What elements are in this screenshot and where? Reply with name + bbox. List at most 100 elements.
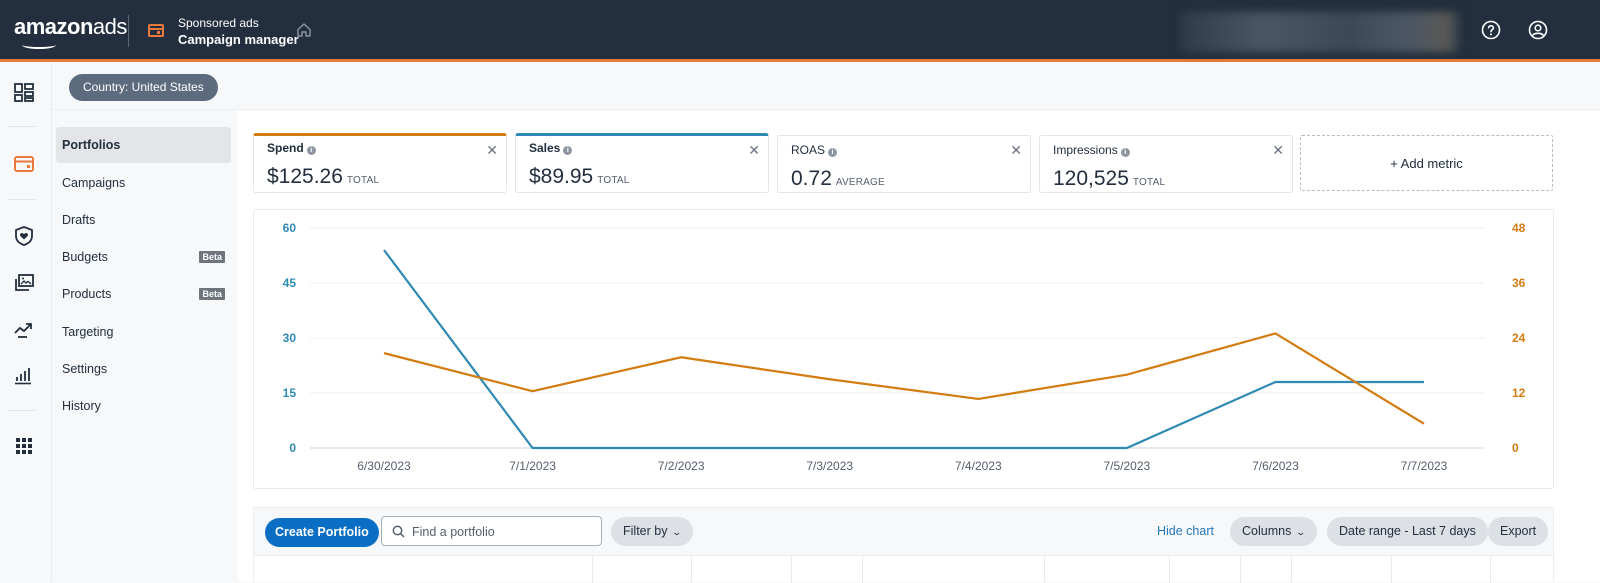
column-divider — [791, 556, 792, 583]
logo-text-light: ads — [93, 14, 127, 39]
metric-card-sales[interactable]: Salesi ✕ $89.95 TOTAL — [515, 133, 769, 193]
close-icon[interactable]: ✕ — [748, 142, 760, 159]
app-title[interactable]: Campaign manager — [178, 32, 299, 47]
series-line-sales — [384, 250, 1424, 448]
hide-chart-link[interactable]: Hide chart — [1157, 517, 1214, 546]
subnav-item-portfolios[interactable]: Portfolios — [56, 127, 231, 163]
metric-value: $89.95 — [529, 165, 593, 188]
search-input[interactable] — [412, 522, 592, 542]
metric-suffix: TOTAL — [597, 175, 629, 186]
subnav-item-label: Products — [62, 287, 111, 301]
columns-label: Columns — [1242, 524, 1291, 538]
close-icon[interactable]: ✕ — [486, 142, 498, 159]
date-range-button[interactable]: Date range - Last 7 days — [1327, 517, 1488, 546]
left-axis-tick-label: 60 — [283, 221, 297, 235]
line-chart-svg: 0153045600122436486/30/20237/1/20237/2/2… — [254, 210, 1555, 490]
subnav-item-settings[interactable]: Settings — [56, 351, 231, 387]
subnav-item-label: Drafts — [62, 213, 95, 227]
metric-name: Sales — [529, 141, 560, 155]
rail-divider — [8, 199, 36, 200]
search-icon — [392, 525, 405, 538]
apps-grid-icon[interactable] — [13, 435, 35, 457]
subnav-item-budgets[interactable]: Budgets Beta — [56, 239, 231, 275]
metric-name: ROAS — [791, 143, 825, 157]
close-icon[interactable]: ✕ — [1010, 142, 1022, 159]
series-line-spend — [384, 333, 1424, 423]
column-divider — [1240, 556, 1241, 583]
help-icon[interactable] — [1481, 20, 1501, 40]
subnav-item-history[interactable]: History — [56, 388, 231, 424]
metric-name: Spend — [267, 141, 304, 155]
x-axis-tick-label: 7/7/2023 — [1401, 459, 1448, 473]
create-portfolio-button[interactable]: Create Portfolio — [265, 518, 379, 547]
columns-button[interactable]: Columns ⌄ — [1230, 517, 1317, 546]
column-divider — [691, 556, 692, 583]
right-axis-tick-label: 48 — [1512, 221, 1526, 235]
trending-icon[interactable] — [13, 319, 35, 341]
home-icon[interactable] — [296, 22, 312, 38]
rail-divider — [8, 410, 36, 411]
right-axis-tick-label: 36 — [1512, 276, 1526, 290]
portfolio-toolbar: Create Portfolio Filter by ⌄ Hide chart C… — [253, 507, 1554, 582]
metric-suffix: AVERAGE — [836, 177, 885, 188]
metric-card-spend[interactable]: Spendi ✕ $125.26TOTAL — [253, 133, 507, 193]
sponsored-ads-wallet-icon — [148, 24, 164, 37]
info-icon[interactable]: i — [563, 146, 572, 155]
portfolio-search[interactable] — [381, 516, 602, 546]
info-icon[interactable]: i — [828, 148, 837, 157]
metric-card-roas[interactable]: ROASi ✕ 0.72 AVERAGE — [777, 135, 1031, 193]
left-axis-tick-label: 15 — [283, 386, 297, 400]
column-divider — [862, 556, 863, 583]
x-axis-tick-label: 7/3/2023 — [806, 459, 853, 473]
metric-value: 120,525 — [1053, 167, 1129, 190]
subnav-item-drafts[interactable]: Drafts — [56, 202, 231, 238]
metric-value: $125.26 — [267, 165, 343, 188]
bar-chart-icon[interactable] — [13, 364, 35, 386]
logo-smile-icon — [22, 41, 56, 49]
column-divider — [1490, 556, 1491, 583]
close-icon[interactable]: ✕ — [1272, 142, 1284, 159]
x-axis-tick-label: 7/4/2023 — [955, 459, 1002, 473]
info-icon[interactable]: i — [1121, 148, 1130, 157]
x-axis-tick-label: 7/5/2023 — [1103, 459, 1150, 473]
filter-by-label: Filter by — [623, 524, 667, 538]
column-divider — [1391, 556, 1392, 583]
campaign-manager-subnav: Portfolios Campaigns Drafts Budgets Beta… — [52, 110, 238, 582]
subnav-item-label: History — [62, 399, 101, 413]
add-metric-button[interactable]: + Add metric — [1300, 135, 1553, 191]
country-selector[interactable]: Country: United States — [69, 74, 218, 101]
filter-by-button[interactable]: Filter by ⌄ — [611, 517, 693, 546]
chevron-down-icon: ⌄ — [672, 518, 683, 547]
subnav-item-label: Targeting — [62, 325, 113, 339]
shield-heart-icon[interactable] — [13, 225, 35, 247]
left-axis-tick-label: 45 — [283, 276, 297, 290]
media-library-icon[interactable] — [13, 272, 35, 294]
user-account-icon[interactable] — [1528, 20, 1548, 40]
column-divider — [1291, 556, 1292, 583]
column-divider — [1044, 556, 1045, 583]
subnav-item-products[interactable]: Products Beta — [56, 276, 231, 312]
info-icon[interactable]: i — [307, 146, 316, 155]
table-header-row — [254, 555, 1553, 582]
metric-name: Impressions — [1053, 143, 1118, 157]
subnav-item-targeting[interactable]: Targeting — [56, 314, 231, 350]
chevron-down-icon: ⌄ — [1296, 518, 1307, 547]
icon-rail — [0, 65, 52, 582]
wallet-icon[interactable] — [13, 153, 35, 175]
account-selector-redacted[interactable] — [1180, 12, 1460, 52]
subnav-item-label: Portfolios — [62, 138, 120, 152]
logo-text-bold: amazon — [14, 14, 93, 39]
column-divider — [592, 556, 593, 583]
metric-value: 0.72 — [791, 167, 832, 190]
subnav-item-label: Budgets — [62, 250, 108, 264]
metric-card-impressions[interactable]: Impressionsi ✕ 120,525 TOTAL — [1039, 135, 1293, 193]
x-axis-tick-label: 7/1/2023 — [509, 459, 556, 473]
x-axis-tick-label: 7/6/2023 — [1252, 459, 1299, 473]
amazon-ads-logo[interactable]: amazonads — [14, 14, 127, 40]
export-button[interactable]: Export — [1488, 517, 1548, 546]
right-axis-tick-label: 12 — [1512, 386, 1526, 400]
subnav-item-campaigns[interactable]: Campaigns — [56, 165, 231, 201]
dashboard-icon[interactable] — [13, 82, 35, 104]
metric-suffix: TOTAL — [1133, 177, 1165, 188]
column-divider — [1169, 556, 1170, 583]
